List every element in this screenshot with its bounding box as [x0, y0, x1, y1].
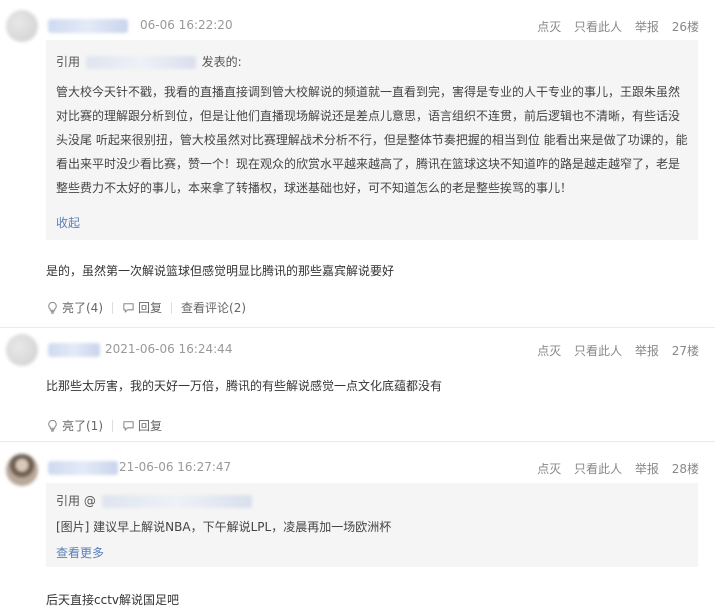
reply-label: 回复 — [138, 419, 163, 433]
avatar[interactable] — [6, 334, 38, 366]
reply-button[interactable]: 回复 — [122, 299, 162, 316]
reply-text: 比那些太厉害，我的天好一万倍，腾讯的有些解说感觉一点文化底蕴都没有 — [46, 379, 443, 393]
like-label: 亮了(1) — [62, 419, 103, 433]
post-27: 2021-06-06 16:24:44 点灭 只看此人 举报 27楼 比那些太厉… — [0, 328, 715, 436]
light-bulb-icon — [48, 419, 57, 432]
report-button[interactable]: 举报 — [635, 344, 659, 358]
floor-number: 27楼 — [671, 344, 699, 358]
reply-text: 后天直接cctv解说国足吧 — [46, 593, 180, 607]
quote-box: 引用 发表的: 管大校今天针不戳，我看的直播直接调到管大校解说的频道就一直看到完… — [46, 40, 698, 240]
reply-actions: 亮了(4) 回复 查看评论(2) — [46, 299, 246, 316]
reply-label: 回复 — [138, 301, 163, 315]
dislike-button[interactable]: 点灭 — [537, 462, 561, 476]
reply-actions: 亮了(1) 回复 — [46, 417, 162, 434]
separator — [171, 301, 173, 314]
report-button[interactable]: 举报 — [635, 462, 659, 476]
username[interactable] — [48, 19, 128, 33]
quote-text: 管大校今天针不戳，我看的直播直接调到管大校解说的频道就一直看到完，害得是专业的人… — [56, 85, 688, 195]
quote-box: 引用 @ [图片] 建议早上解说NBA，下午解说LPL，凌晨再加一场欧洲杯 查看… — [46, 483, 698, 567]
quote-text: [图片] 建议早上解说NBA，下午解说LPL，凌晨再加一场欧洲杯 — [56, 520, 392, 534]
quote-suffix: 发表的: — [201, 55, 242, 69]
reply-icon — [123, 421, 134, 431]
like-label: 亮了(4) — [62, 301, 103, 315]
dislike-button[interactable]: 点灭 — [537, 20, 561, 34]
quote-header: 引用 @ — [56, 492, 252, 509]
username[interactable] — [48, 461, 118, 475]
quote-header: 引用 发表的: — [56, 53, 242, 70]
quoted-username[interactable] — [85, 56, 196, 69]
post-actions: 点灭 只看此人 举报 26楼 — [528, 18, 699, 35]
reply-button[interactable]: 回复 — [122, 417, 162, 434]
post-26: 06-06 16:22:20 点灭 只看此人 举报 26楼 引用 发表的: 管大… — [0, 0, 715, 326]
post-actions: 点灭 只看此人 举报 27楼 — [528, 342, 699, 359]
quoted-username[interactable] — [101, 495, 252, 508]
reply-text: 是的，虽然第一次解说篮球但感觉明显比腾讯的那些嘉宾解说要好 — [46, 264, 395, 278]
post-actions: 点灭 只看此人 举报 28楼 — [528, 460, 699, 477]
only-author-button[interactable]: 只看此人 — [574, 20, 622, 34]
floor-number: 26楼 — [671, 20, 699, 34]
floor-number: 28楼 — [671, 462, 699, 476]
quote-prefix: 引用 @ — [56, 494, 96, 508]
like-button[interactable]: 亮了(4) — [46, 299, 103, 316]
view-more-link[interactable]: 查看更多 — [56, 544, 104, 561]
view-comments-button[interactable]: 查看评论(2) — [181, 299, 246, 316]
like-button[interactable]: 亮了(1) — [46, 417, 103, 434]
post-timestamp: 2021-06-06 16:24:44 — [105, 342, 233, 356]
only-author-button[interactable]: 只看此人 — [574, 344, 622, 358]
post-timestamp: 21-06-06 16:27:47 — [119, 460, 232, 474]
reply-icon — [123, 303, 134, 313]
username[interactable] — [48, 343, 100, 357]
report-button[interactable]: 举报 — [635, 20, 659, 34]
view-comments-label: 查看评论(2) — [181, 301, 247, 315]
dislike-button[interactable]: 点灭 — [537, 344, 561, 358]
separator — [112, 419, 113, 432]
separator — [112, 301, 113, 314]
avatar[interactable] — [6, 454, 38, 486]
post-28: 21-06-06 16:27:47 点灭 只看此人 举报 28楼 引用 @ [图… — [0, 442, 715, 614]
avatar[interactable] — [6, 10, 38, 42]
only-author-button[interactable]: 只看此人 — [574, 462, 622, 476]
collapse-link[interactable]: 收起 — [56, 214, 80, 231]
quote-prefix: 引用 — [56, 55, 81, 69]
post-timestamp: 06-06 16:22:20 — [140, 18, 233, 32]
light-bulb-icon — [48, 301, 57, 314]
